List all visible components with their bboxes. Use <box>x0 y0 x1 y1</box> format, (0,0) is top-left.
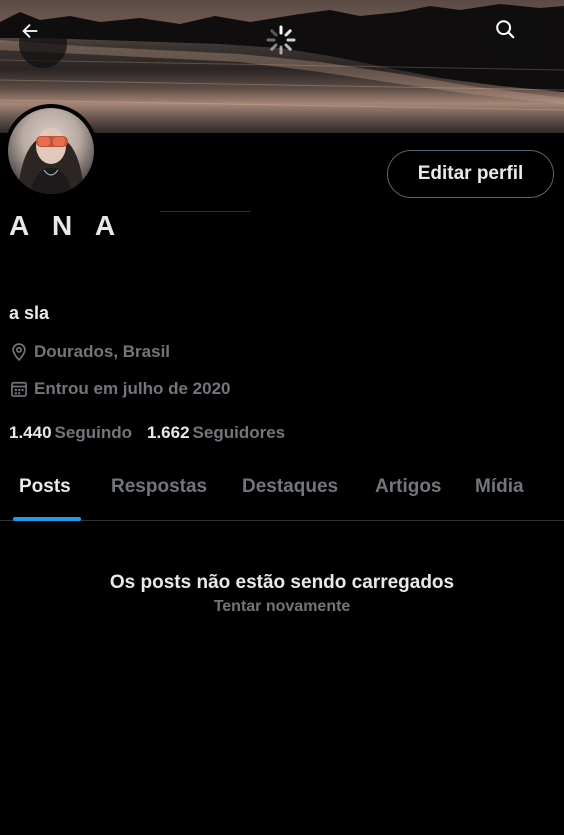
tab-midia[interactable]: Mídia <box>475 476 524 498</box>
avatar-photo <box>8 108 94 194</box>
back-button[interactable] <box>19 20 67 68</box>
search-icon <box>496 20 515 39</box>
profile-name: A N A <box>9 210 124 241</box>
profile-banner[interactable] <box>0 0 564 133</box>
profile-location: Dourados, Brasil <box>9 342 170 362</box>
following-link[interactable]: 1.440 Seguindo <box>9 423 132 443</box>
profile-bio: a sla <box>9 303 50 323</box>
profile-screen: Editar perfil A N A a sla Dourados, Bras… <box>0 0 564 835</box>
followers-label: Seguidores <box>192 423 286 442</box>
join-date-text: Entrou em julho de 2020 <box>34 379 231 398</box>
location-text: Dourados, Brasil <box>34 342 171 361</box>
banner-scenery <box>0 4 564 111</box>
location-pin-icon <box>12 343 26 362</box>
tab-artigos[interactable]: Artigos <box>375 476 442 498</box>
empty-state-message: Os posts não estão sendo carregados <box>109 572 455 593</box>
followers-link[interactable]: 1.662 Seguidores <box>147 423 285 443</box>
active-tab-indicator <box>13 517 81 521</box>
followers-count: 1.662 <box>147 423 190 442</box>
profile-tabs: Posts Respostas Destaques Artigos Mídia <box>0 460 564 521</box>
retry-button[interactable]: Tentar novamente <box>0 598 564 616</box>
tab-respostas[interactable]: Respostas <box>111 476 207 498</box>
edit-profile-button[interactable]: Editar perfil <box>387 150 554 198</box>
following-count: 1.440 <box>9 423 52 442</box>
follow-stats: 1.440 Seguindo 1.662 Seguidores <box>9 423 285 443</box>
tab-destaques[interactable]: Destaques <box>242 476 338 498</box>
search-button[interactable] <box>494 18 542 66</box>
divider <box>160 211 250 212</box>
calendar-icon <box>11 381 27 397</box>
profile-join-date: Entrou em julho de 2020 <box>9 379 231 399</box>
tab-posts[interactable]: Posts <box>19 476 71 498</box>
arrow-left-icon <box>22 23 38 39</box>
following-label: Seguindo <box>54 423 132 442</box>
avatar[interactable] <box>4 104 98 198</box>
